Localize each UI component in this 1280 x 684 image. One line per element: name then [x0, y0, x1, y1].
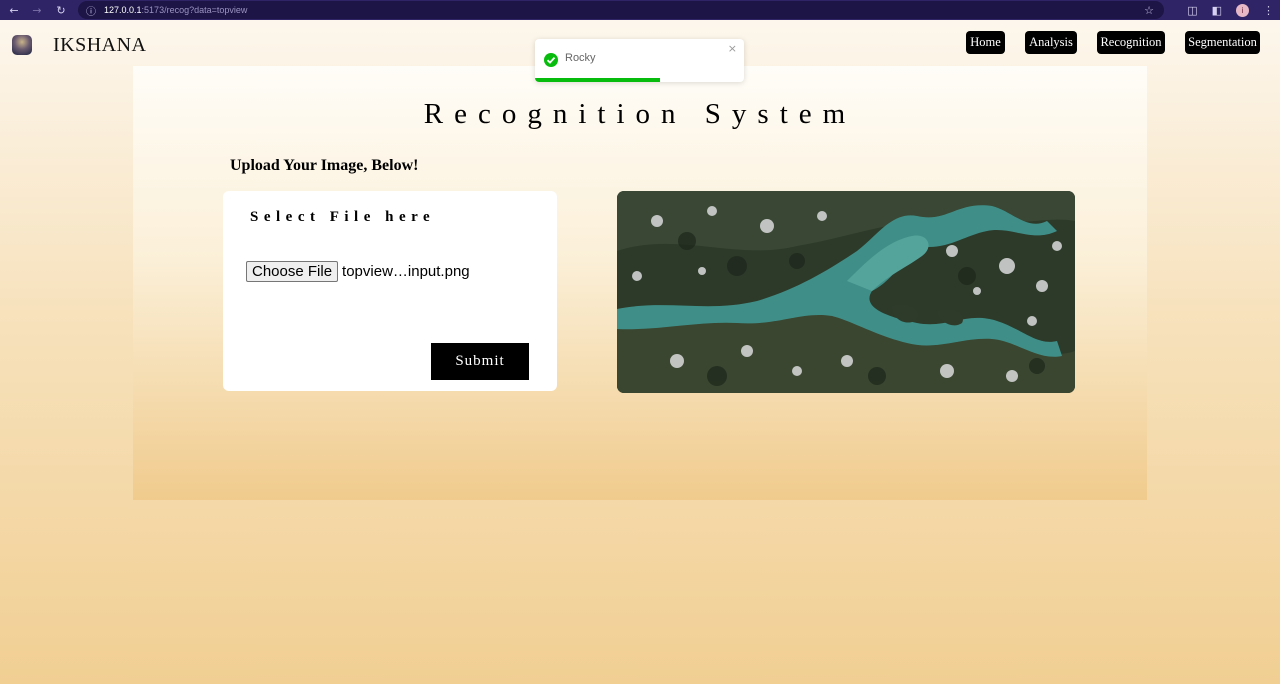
reload-icon[interactable]: ↻: [49, 0, 73, 20]
toast-message: Rocky: [565, 52, 596, 64]
file-input[interactable]: Choose File topview…input.png: [246, 261, 470, 282]
submit-button[interactable]: Submit: [431, 343, 529, 380]
toast-progress-bar: [535, 78, 661, 82]
browser-actions: ◫ ◧ i ⋮: [1187, 0, 1274, 20]
bookmark-star-icon[interactable]: ☆: [1144, 4, 1154, 17]
toast-notification: Rocky ×: [535, 39, 744, 82]
nav-home-button[interactable]: Home: [966, 31, 1005, 54]
satellite-image: [617, 191, 1075, 393]
url-path: :5173/recog?data=topview: [141, 5, 248, 15]
address-bar[interactable]: ⓘ 127.0.0.1:5173/recog?data=topview ☆: [78, 1, 1164, 19]
choose-file-button[interactable]: Choose File: [246, 261, 339, 282]
browser-toolbar: ← → ↻ ⓘ 127.0.0.1:5173/recog?data=topvie…: [0, 0, 1280, 20]
selected-file-name: topview…input.png: [342, 263, 470, 280]
menu-kebab-icon[interactable]: ⋮: [1263, 4, 1274, 17]
close-icon[interactable]: ×: [728, 42, 737, 55]
nav-segmentation-button[interactable]: Segmentation: [1185, 31, 1260, 54]
uploaded-image-preview: [617, 191, 1075, 393]
upload-instruction: Upload Your Image, Below!: [230, 157, 419, 174]
upload-card: Select File here Choose File topview…inp…: [223, 191, 557, 391]
profile-avatar[interactable]: i: [1236, 3, 1249, 17]
page-title: Recognition System: [423, 98, 857, 130]
back-icon[interactable]: ←: [2, 0, 26, 20]
forward-icon[interactable]: →: [25, 0, 49, 20]
site-info-icon[interactable]: ⓘ: [86, 3, 96, 18]
success-check-icon: [544, 53, 558, 67]
extensions-icon[interactable]: ◫: [1187, 4, 1197, 17]
nav-analysis-button[interactable]: Analysis: [1025, 31, 1077, 54]
upload-card-title: Select File here: [250, 209, 436, 225]
url-text: 127.0.0.1:5173/recog?data=topview: [104, 5, 247, 15]
url-host: 127.0.0.1: [104, 5, 142, 15]
nav-recognition-button[interactable]: Recognition: [1097, 31, 1165, 54]
side-panel-icon[interactable]: ◧: [1212, 4, 1222, 17]
